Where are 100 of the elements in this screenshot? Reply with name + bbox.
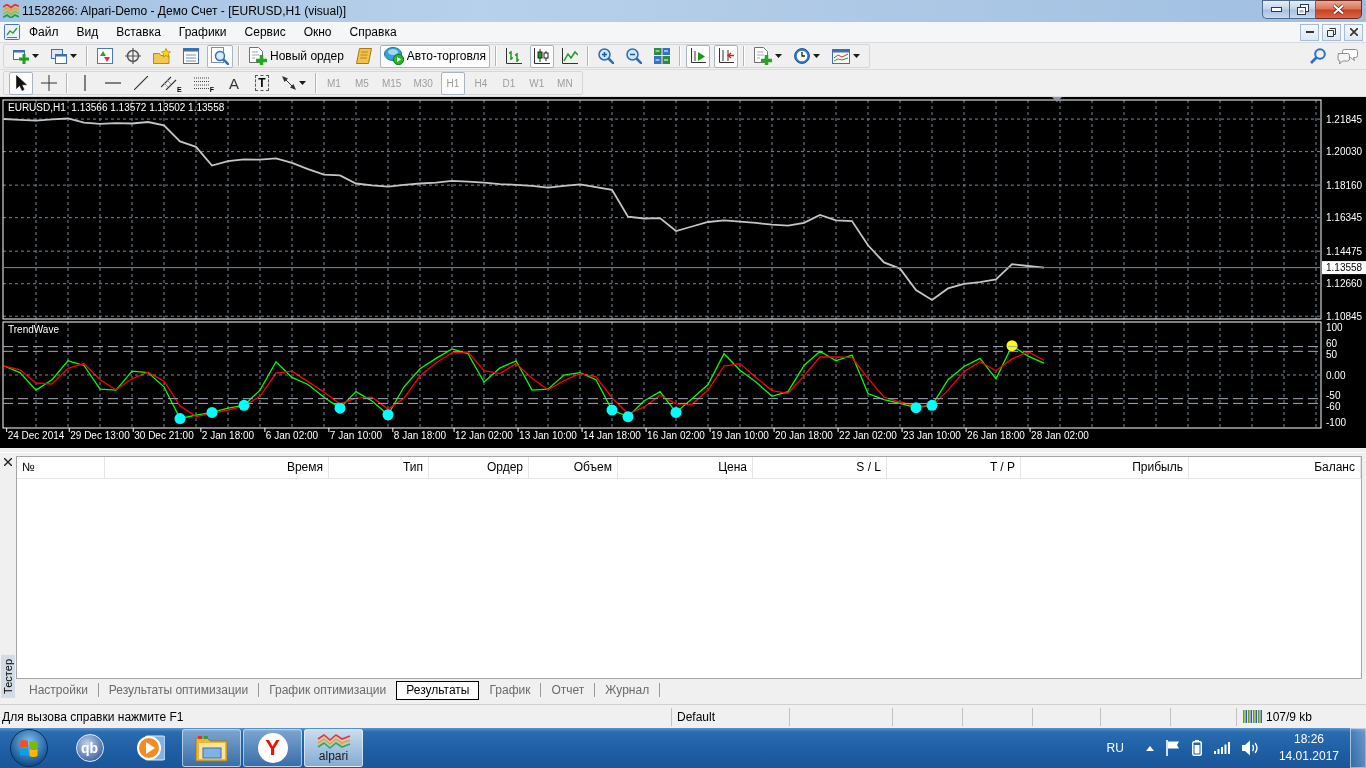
close-button[interactable] <box>1344 23 1363 41</box>
tab[interactable]: График оптимизации <box>259 680 397 700</box>
menu-item[interactable]: Вид <box>67 22 108 42</box>
caret-icon <box>813 54 821 58</box>
menu-item[interactable]: Вставка <box>107 22 170 42</box>
column-header[interactable]: № <box>17 457 105 478</box>
axis-label: 50 <box>1326 348 1338 360</box>
minimize-button[interactable] <box>1262 0 1289 19</box>
menu-item[interactable]: Сервис <box>235 22 295 42</box>
ref-line-label: 1.13558 <box>1326 262 1363 274</box>
chart-title: TrendWave <box>8 324 59 335</box>
toolbar-button[interactable] <box>530 44 555 68</box>
column-header[interactable]: Цена <box>618 457 753 478</box>
axis-label: 60 <box>1326 337 1338 349</box>
text-tool-button[interactable]: A <box>221 71 246 95</box>
folder-icon <box>194 734 229 762</box>
axis-label: 16 Jan 02:00 <box>647 430 705 441</box>
close-icon <box>1332 4 1345 15</box>
tab[interactable]: Журнал <box>595 680 660 700</box>
column-header[interactable]: S / L <box>753 457 887 478</box>
profile-name: Default <box>677 709 716 724</box>
auto-trading-button[interactable]: Авто-торговля <box>379 44 491 68</box>
trend-line-icon <box>134 76 148 90</box>
speech-bubbles-icon[interactable] <box>1336 48 1358 64</box>
axis-label: 0.00 <box>1326 369 1346 381</box>
menu-item[interactable]: Справка <box>340 22 406 42</box>
signal-marker <box>238 399 250 411</box>
restore-icon <box>1296 4 1309 15</box>
line-chart-icon <box>562 48 579 64</box>
triangle-marker-icon[interactable] <box>1052 97 1062 102</box>
speaker-icon[interactable] <box>1241 740 1258 756</box>
axis-label: 29 Dec 13:00 <box>70 430 130 441</box>
axis-label: 8 Jan 18:00 <box>393 430 447 441</box>
menu-item[interactable]: Графики <box>169 22 236 42</box>
axis-label: 30 Dec 21:00 <box>134 430 194 441</box>
axis-label: 22 Jan 02:00 <box>839 430 897 441</box>
taskbar-button[interactable]: alpari <box>304 729 363 767</box>
close-button[interactable] <box>1316 0 1362 19</box>
axis-shift-icon <box>718 48 735 64</box>
tab[interactable]: Результаты оптимизации <box>98 680 259 700</box>
text-label-button[interactable]: T <box>249 71 274 95</box>
menu-item[interactable]: Окно <box>294 22 341 42</box>
close-icon[interactable] <box>4 458 12 466</box>
menu-item[interactable]: Файл <box>20 22 68 42</box>
chart-document-icon[interactable] <box>4 24 20 40</box>
column-header[interactable]: Время <box>105 457 329 478</box>
column-header[interactable]: Объем <box>529 457 618 478</box>
flag-icon[interactable] <box>1165 740 1180 756</box>
tab[interactable]: Настройки <box>19 680 98 700</box>
restore-icon <box>1327 27 1336 37</box>
axis-label: 13 Jan 10:00 <box>519 430 577 441</box>
tab[interactable]: График <box>479 680 541 700</box>
column-header[interactable]: Баланс <box>1189 457 1361 478</box>
axis-label: 24 Dec 2014 <box>7 430 65 441</box>
language-indicator[interactable]: RU <box>1106 741 1124 755</box>
signal-marker <box>606 404 618 416</box>
signal-marker <box>926 399 938 411</box>
column-header[interactable]: Прибыль <box>1021 457 1189 478</box>
crosshair-circle-icon <box>125 48 141 64</box>
signal-marker <box>670 406 682 418</box>
window-title: 11528266: Alpari-Demo - Демо Счет - [EURUSD,H1 (visual)] <box>22 4 348 18</box>
cursor-button[interactable] <box>9 71 33 95</box>
current-price-label: 1.13558 <box>1322 261 1366 275</box>
column-header[interactable]: Тип <box>329 457 429 478</box>
axis-label: 1.20030 <box>1326 146 1363 158</box>
notebook-icon <box>355 48 372 64</box>
status-text: Для вызова справки нажмите F1 <box>2 709 184 724</box>
column-header[interactable]: Ордер <box>429 457 529 478</box>
up-arrow-icon[interactable] <box>1145 745 1154 751</box>
clock-icon <box>794 48 811 64</box>
axis-label: 7 Jan 10:00 <box>329 430 383 441</box>
signal-bars-icon[interactable] <box>1213 742 1230 754</box>
tab[interactable]: Отчет <box>541 680 595 700</box>
axis-label: 19 Jan 10:00 <box>711 430 769 441</box>
parallel-lines-icon <box>161 76 177 90</box>
folder-star-icon <box>153 48 171 64</box>
tab[interactable]: Результаты <box>396 680 480 700</box>
restore-button[interactable] <box>1289 0 1316 19</box>
taskbar-button[interactable] <box>182 729 241 767</box>
waves-icon <box>316 733 351 750</box>
minimize-button[interactable] <box>1300 23 1319 41</box>
caret-icon <box>775 54 783 58</box>
show-desktop-button[interactable] <box>1350 728 1366 768</box>
axis-label: 1.21845 <box>1326 113 1363 125</box>
battery-icon[interactable] <box>1191 740 1202 756</box>
caret-icon <box>70 54 77 58</box>
restore-button[interactable] <box>1322 23 1341 41</box>
signal-marker <box>910 402 922 414</box>
column-header[interactable]: T / P <box>887 457 1021 478</box>
search-icon[interactable] <box>1310 48 1326 64</box>
new-order-button[interactable]: Новый ордер <box>245 44 348 68</box>
clock-button[interactable]: 18:26 14.01.2017 <box>1271 731 1346 765</box>
axis-label: 6 Jan 02:00 <box>265 430 319 441</box>
taskbar-button[interactable]: Y <box>243 729 302 767</box>
bar-chart-icon <box>506 48 523 64</box>
dotted-lines-icon <box>193 77 210 89</box>
toolbar-button[interactable] <box>686 44 711 68</box>
list-window-icon <box>183 48 199 64</box>
toolbar-button[interactable] <box>714 44 739 68</box>
axis-label: 12 Jan 02:00 <box>455 430 513 441</box>
